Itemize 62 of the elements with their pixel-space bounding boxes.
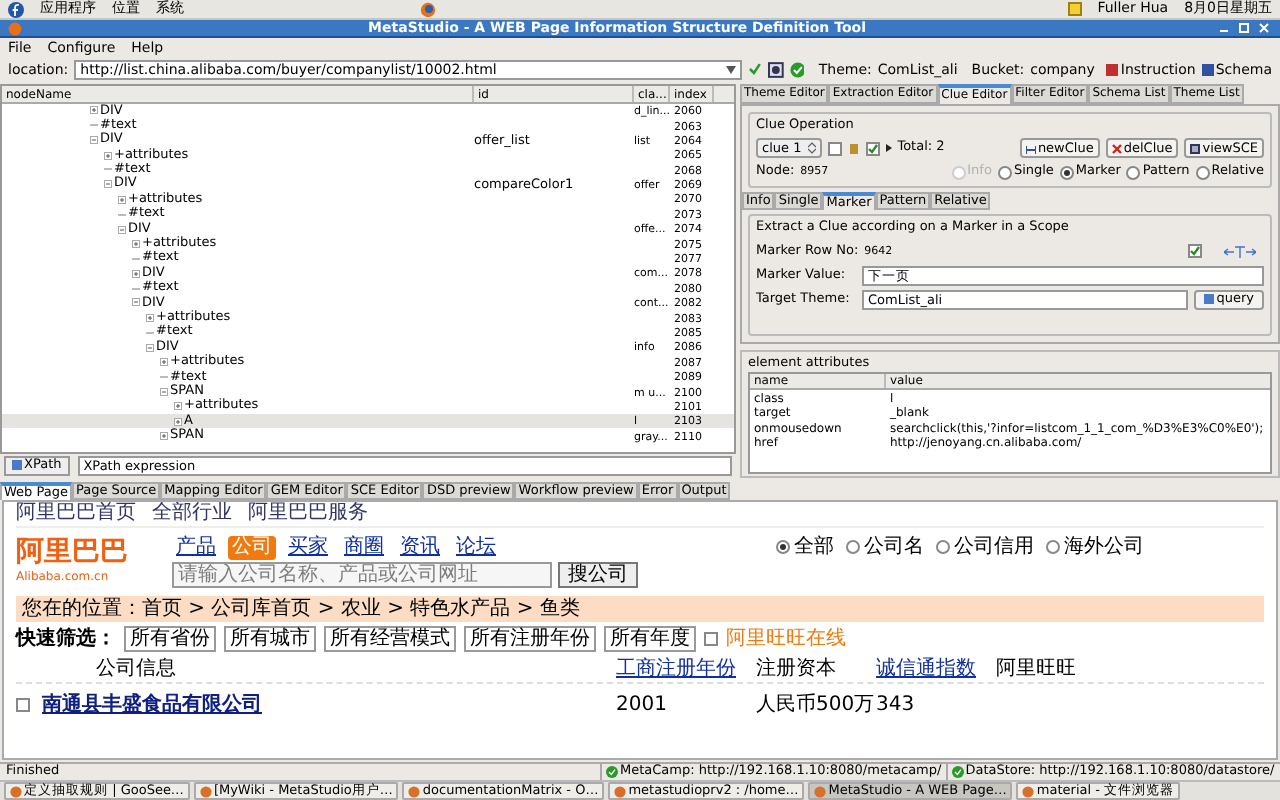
spinner-arrows-icon bbox=[807, 142, 816, 155]
check-icon bbox=[1190, 246, 1200, 257]
column-header: 阿里旺旺 bbox=[996, 657, 1076, 680]
maximize-icon bbox=[1238, 22, 1250, 34]
company-index: 343 bbox=[876, 694, 915, 717]
filter-select[interactable]: 所有年度 bbox=[604, 625, 696, 652]
online-checkbox[interactable] bbox=[704, 631, 718, 646]
foot-logo-icon bbox=[8, 1, 24, 17]
nav-link[interactable]: 阿里巴巴服务 bbox=[248, 501, 368, 526]
search-tab[interactable]: 论坛 bbox=[452, 535, 500, 560]
checkbox-label: 阿里旺旺在线 bbox=[726, 625, 846, 654]
radio-button[interactable] bbox=[1195, 165, 1210, 180]
ok-icon bbox=[951, 766, 964, 778]
radio-button[interactable] bbox=[936, 540, 950, 555]
column-header: 注册资本 bbox=[756, 657, 836, 680]
column-header[interactable]: 诚信通指数 bbox=[876, 657, 976, 680]
ok-icon bbox=[789, 61, 805, 78]
ok-icon bbox=[606, 766, 618, 778]
company-capital: 人民币500万 bbox=[756, 694, 875, 717]
filter-label: 快速筛选： bbox=[16, 625, 116, 654]
maximize-button[interactable] bbox=[1236, 21, 1252, 35]
search-button[interactable]: 搜公司 bbox=[558, 561, 638, 588]
compare-checkbox[interactable] bbox=[16, 698, 30, 713]
radio-label: 公司信用 bbox=[954, 535, 1034, 560]
radio-button[interactable] bbox=[846, 540, 860, 555]
search-tab[interactable]: 资讯 bbox=[396, 535, 444, 560]
radio-label: 海外公司 bbox=[1064, 535, 1144, 560]
close-icon bbox=[1258, 22, 1270, 34]
plus-icon bbox=[1025, 143, 1036, 154]
filter-select[interactable]: 所有省份 bbox=[124, 625, 216, 652]
radio-label: 公司名 bbox=[864, 535, 924, 560]
checkbox[interactable] bbox=[865, 141, 880, 156]
checkbox[interactable] bbox=[827, 141, 842, 156]
search-tab[interactable]: 买家 bbox=[284, 535, 332, 560]
search-tab[interactable]: 商圈 bbox=[340, 535, 388, 560]
check-icon bbox=[747, 62, 762, 77]
site-logo: 阿里巴巴 bbox=[16, 536, 128, 569]
filter-select[interactable]: 所有经营模式 bbox=[324, 625, 456, 652]
dropdown-arrow-icon bbox=[725, 65, 736, 74]
radio-button[interactable] bbox=[776, 540, 790, 555]
column-header: 公司信息 bbox=[96, 657, 176, 680]
radio-button[interactable] bbox=[1046, 540, 1060, 555]
checkbox[interactable] bbox=[1188, 244, 1202, 259]
column-header[interactable]: 工商注册年份 bbox=[616, 657, 736, 680]
filter-select[interactable]: 所有注册年份 bbox=[464, 625, 596, 652]
play-icon bbox=[885, 144, 892, 153]
radio-button[interactable] bbox=[1126, 165, 1141, 180]
view-icon bbox=[1190, 143, 1201, 154]
radio-button[interactable] bbox=[997, 165, 1012, 180]
text-cursor-arrows-icon bbox=[1224, 245, 1256, 258]
company-link[interactable]: 南通县丰盛食品有限公司 bbox=[42, 690, 262, 721]
radio-button[interactable] bbox=[1059, 165, 1074, 180]
check-icon bbox=[867, 143, 878, 154]
filter-select[interactable]: 所有城市 bbox=[224, 625, 316, 652]
nav-link[interactable]: 阿里巴巴首页 bbox=[16, 501, 136, 526]
company-year: 2001 bbox=[616, 694, 667, 717]
search-tab[interactable]: 产品 bbox=[172, 535, 220, 560]
radio-label: 全部 bbox=[794, 535, 834, 560]
breadcrumb-bar: 您在的位置：首页 > 公司库首页 > 农业 > 特色水产品 > 鱼类 bbox=[16, 595, 1264, 622]
note-icon bbox=[1067, 2, 1082, 16]
close-button[interactable] bbox=[1256, 21, 1272, 35]
delete-icon bbox=[1111, 143, 1122, 154]
